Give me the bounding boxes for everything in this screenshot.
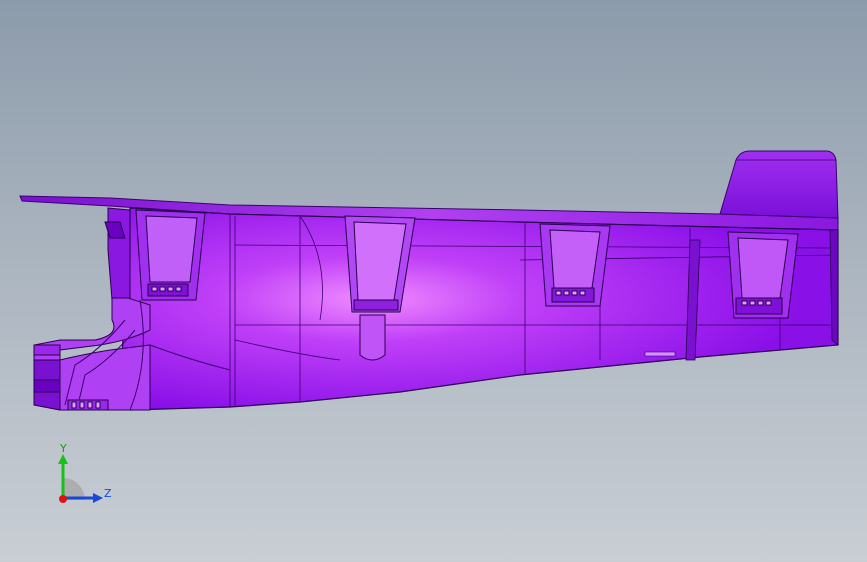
3d-part-model[interactable] bbox=[0, 0, 867, 562]
x-axis-dot bbox=[59, 495, 67, 503]
y-axis-label: Y bbox=[60, 442, 67, 455]
pocket-4 bbox=[727, 231, 799, 319]
view-orientation-triad[interactable]: Y Z bbox=[40, 440, 130, 510]
pocket-3 bbox=[539, 223, 611, 307]
graphics-viewport[interactable]: Y Z bbox=[0, 0, 867, 562]
pocket-1 bbox=[135, 209, 206, 301]
slot bbox=[644, 351, 676, 357]
right-tab bbox=[719, 150, 839, 219]
z-axis-label: Z bbox=[104, 487, 112, 500]
